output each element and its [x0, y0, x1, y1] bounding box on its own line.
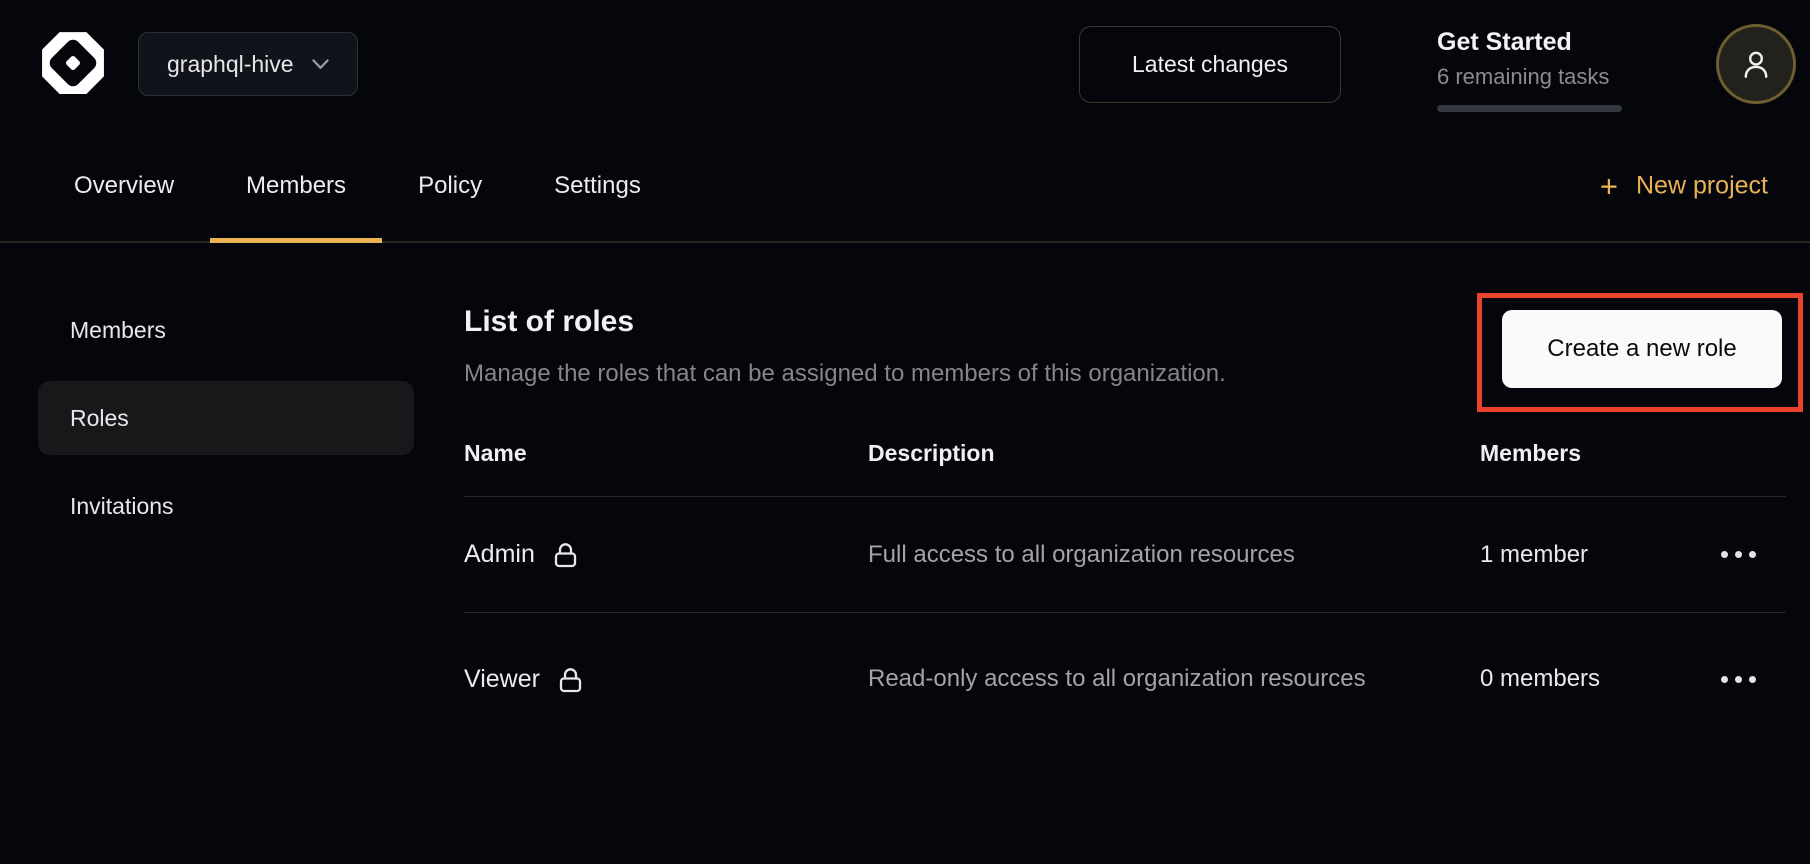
chevron-down-icon	[312, 59, 329, 70]
new-project-label: New project	[1636, 171, 1768, 200]
role-name: Viewer	[464, 665, 540, 694]
get-started-widget[interactable]: Get Started 6 remaining tasks	[1437, 28, 1622, 112]
tab-overview[interactable]: Overview	[38, 130, 210, 241]
app-window: graphql-hive Latest changes Get Started …	[0, 0, 1810, 864]
role-description: Read-only access to all organization res…	[868, 659, 1378, 699]
role-member-count: 0 members	[1480, 665, 1690, 693]
column-header-members: Members	[1480, 440, 1690, 467]
tab-policy-label: Policy	[418, 172, 482, 200]
page-title: List of roles	[464, 305, 634, 339]
org-tabs: Overview Members Policy Settings	[38, 130, 677, 241]
get-started-title: Get Started	[1437, 28, 1622, 57]
table-row-admin[interactable]: Admin Full access to all organization re…	[464, 497, 1786, 613]
sidebar-item-roles[interactable]: Roles	[38, 381, 414, 455]
sidebar-item-members[interactable]: Members	[38, 293, 414, 367]
tab-settings[interactable]: Settings	[518, 130, 677, 241]
get-started-progress-bar	[1437, 105, 1622, 112]
column-header-name: Name	[464, 440, 868, 467]
sidebar-item-roles-label: Roles	[70, 405, 129, 432]
role-name-cell: Viewer	[464, 665, 868, 694]
row-actions-menu-button[interactable]	[1690, 551, 1786, 558]
lock-icon	[557, 665, 584, 694]
roles-table: Name Description Members Admin Full acce…	[464, 440, 1786, 745]
new-project-button[interactable]: + New project	[1600, 170, 1768, 201]
create-role-button[interactable]: Create a new role	[1502, 310, 1782, 388]
role-member-count: 1 member	[1480, 541, 1690, 569]
roles-panel: List of roles Manage the roles that can …	[464, 243, 1810, 864]
tab-overview-label: Overview	[74, 172, 174, 200]
ellipsis-icon	[1721, 551, 1756, 558]
org-selector[interactable]: graphql-hive	[138, 32, 358, 96]
role-description: Full access to all organization resource…	[868, 535, 1378, 575]
role-name-cell: Admin	[464, 540, 868, 569]
sidebar-item-members-label: Members	[70, 317, 166, 344]
sidebar-item-invitations[interactable]: Invitations	[38, 469, 414, 543]
row-actions-menu-button[interactable]	[1690, 676, 1786, 683]
get-started-subtitle: 6 remaining tasks	[1437, 64, 1622, 90]
person-icon	[1739, 47, 1773, 81]
tab-members-label: Members	[246, 172, 346, 200]
org-nav-bar: Overview Members Policy Settings + New p…	[0, 130, 1810, 243]
roles-table-header: Name Description Members	[464, 440, 1786, 497]
table-row-viewer[interactable]: Viewer Read-only access to all organizat…	[464, 613, 1786, 745]
annotation-highlight-box: Create a new role	[1477, 293, 1803, 412]
tab-policy[interactable]: Policy	[382, 130, 518, 241]
latest-changes-button[interactable]: Latest changes	[1079, 26, 1341, 103]
top-bar: graphql-hive Latest changes Get Started …	[0, 0, 1810, 130]
plus-icon: +	[1600, 170, 1618, 201]
column-header-description: Description	[868, 440, 1480, 467]
latest-changes-label: Latest changes	[1132, 51, 1288, 78]
hive-logo-icon[interactable]	[40, 30, 106, 96]
lock-icon	[552, 540, 579, 569]
members-sidebar: Members Roles Invitations	[0, 243, 464, 557]
ellipsis-icon	[1721, 676, 1756, 683]
user-avatar[interactable]	[1716, 24, 1796, 104]
sidebar-item-invitations-label: Invitations	[70, 493, 174, 520]
tab-settings-label: Settings	[554, 172, 641, 200]
role-name: Admin	[464, 540, 535, 569]
tab-members[interactable]: Members	[210, 130, 382, 241]
org-selector-label: graphql-hive	[167, 51, 294, 78]
page-subtitle: Manage the roles that can be assigned to…	[464, 360, 1226, 388]
